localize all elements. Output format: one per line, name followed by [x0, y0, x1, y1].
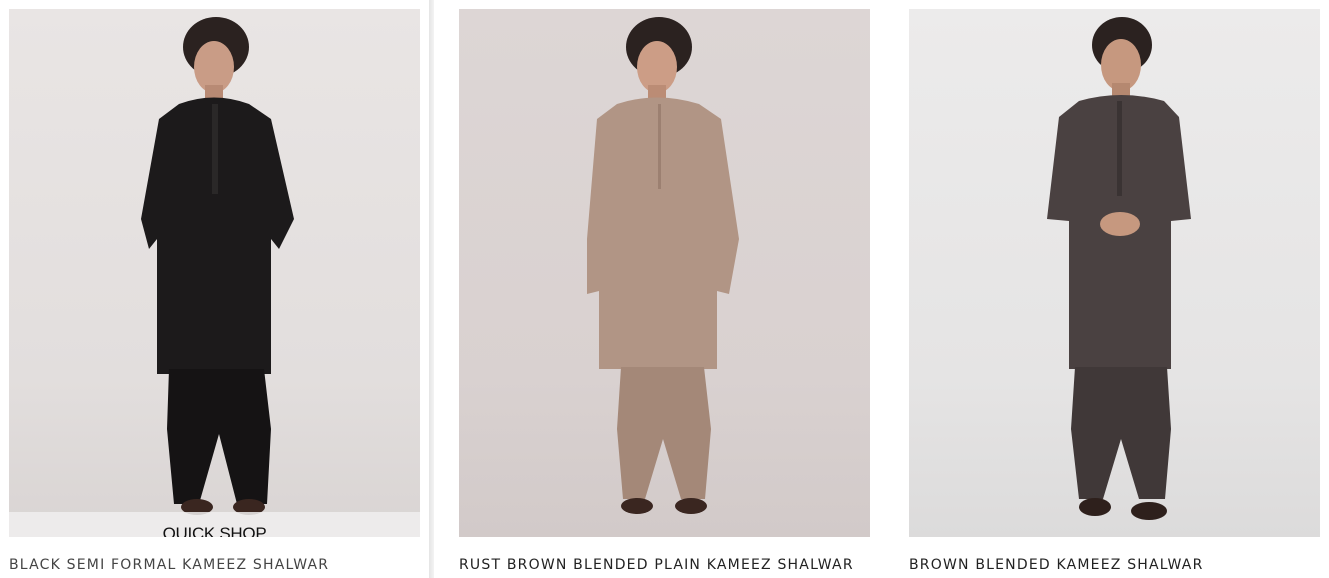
product-title[interactable]: RUST BROWN BLENDED PLAIN KAMEEZ SHALWAR: [459, 557, 854, 573]
column-divider: [429, 0, 434, 578]
product-title[interactable]: BLACK SEMI FORMAL KAMEEZ SHALWAR: [9, 557, 329, 573]
model-figure: [1047, 17, 1191, 520]
product-title[interactable]: BROWN BLENDED KAMEEZ SHALWAR: [909, 557, 1204, 573]
product-image[interactable]: QUICK SHOP: [9, 9, 420, 537]
quick-shop-button[interactable]: QUICK SHOP: [9, 512, 420, 537]
product-image[interactable]: [909, 9, 1320, 537]
product-card[interactable]: RUST BROWN BLENDED PLAIN KAMEEZ SHALWAR: [459, 9, 870, 578]
product-image[interactable]: [459, 9, 870, 537]
product-card[interactable]: BROWN BLENDED KAMEEZ SHALWAR: [909, 9, 1320, 578]
model-figure: [141, 17, 294, 515]
quick-shop-label: QUICK SHOP: [162, 524, 267, 537]
product-card[interactable]: QUICK SHOP BLACK SEMI FORMAL KAMEEZ SHAL…: [9, 9, 420, 578]
model-figure: [587, 17, 739, 514]
